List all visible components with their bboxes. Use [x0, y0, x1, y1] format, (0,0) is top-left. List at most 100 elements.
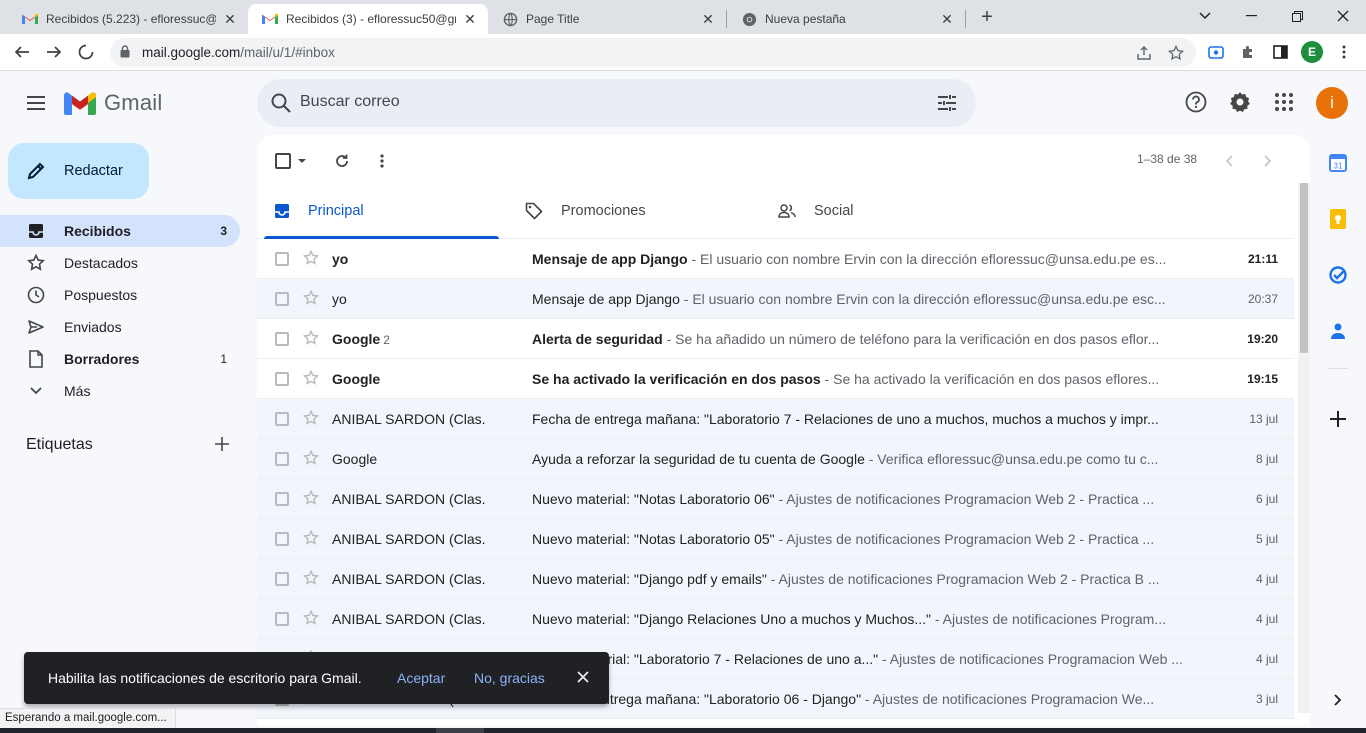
row-checkbox[interactable]	[275, 252, 289, 266]
email-row[interactable]: Google 2 Alerta de seguridad - Se ha añadi…	[257, 319, 1294, 359]
close-tab-icon[interactable]: ✕	[939, 11, 955, 27]
back-icon[interactable]	[10, 40, 34, 64]
email-date: 13 jul	[1249, 412, 1278, 426]
email-row[interactable]: yo Mensaje de app Django - El usuario con…	[257, 279, 1294, 319]
star-icon[interactable]	[303, 530, 319, 546]
email-row[interactable]: yo Mensaje de app Django - El usuario con…	[257, 239, 1294, 279]
search-input[interactable]: Buscar correo	[300, 93, 400, 111]
refresh-icon[interactable]	[330, 149, 354, 173]
get-addons-plus-icon[interactable]	[1328, 409, 1348, 429]
share-icon[interactable]	[1134, 43, 1154, 63]
email-row[interactable]: ANIBAL SARDON (Clas. Nuevo material: "Not…	[257, 479, 1294, 519]
row-checkbox[interactable]	[275, 292, 289, 306]
more-options-icon[interactable]	[370, 149, 394, 173]
browser-tab-2[interactable]: Recibidos (3) - efloressuc50@gmail.com ✕	[248, 4, 488, 34]
email-row[interactable]: ANIBAL SARDON (Clas. Fecha de entrega mañ…	[257, 399, 1294, 439]
nav-item-drafts[interactable]: Borradores 1	[0, 343, 240, 375]
apps-grid-icon[interactable]	[1272, 90, 1296, 114]
star-icon[interactable]	[303, 450, 319, 466]
row-checkbox[interactable]	[275, 492, 289, 506]
close-tab-icon[interactable]: ✕	[222, 11, 238, 27]
stop-loading-icon[interactable]	[74, 40, 98, 64]
minimize-icon[interactable]	[1228, 4, 1274, 28]
browser-menu-icon[interactable]	[1332, 40, 1356, 64]
search-options-icon[interactable]	[935, 91, 959, 115]
row-checkbox[interactable]	[275, 612, 289, 626]
accept-notifications-button[interactable]: Aceptar	[397, 670, 445, 686]
search-icon[interactable]	[269, 91, 293, 115]
main-menu-icon[interactable]	[24, 91, 48, 115]
email-sender: ANIBAL SARDON (Clas.	[332, 531, 522, 547]
browser-profile-avatar[interactable]: E	[1301, 41, 1323, 63]
nav-item-starred[interactable]: Destacados	[0, 247, 240, 279]
restore-icon[interactable]	[1274, 4, 1320, 28]
star-icon[interactable]	[303, 410, 319, 426]
row-checkbox[interactable]	[275, 412, 289, 426]
gmail-logo[interactable]: Gmail	[64, 90, 162, 116]
new-tab-button[interactable]: +	[976, 6, 998, 28]
star-icon[interactable]	[303, 370, 319, 386]
tab-search-icon[interactable]	[1182, 4, 1228, 28]
close-window-icon[interactable]	[1320, 4, 1366, 28]
close-tab-icon[interactable]: ✕	[700, 11, 716, 27]
nav-count: 3	[220, 224, 227, 238]
row-checkbox[interactable]	[275, 332, 289, 346]
search-bar[interactable]: Buscar correo	[257, 79, 976, 127]
category-tabs: Principal Promociones Social	[257, 183, 1294, 239]
email-row[interactable]: Google Ayuda a reforzar la seguridad de t…	[257, 439, 1294, 479]
star-icon[interactable]	[303, 330, 319, 346]
extensions-puzzle-icon[interactable]	[1236, 40, 1260, 64]
decline-notifications-button[interactable]: No, gracias	[474, 670, 545, 686]
nav-item-snoozed[interactable]: Pospuestos	[0, 279, 240, 311]
scrollbar-thumb[interactable]	[1300, 183, 1308, 353]
account-avatar[interactable]: i	[1316, 87, 1348, 119]
tab-principal[interactable]: Principal	[264, 183, 499, 239]
star-icon[interactable]	[303, 250, 319, 266]
email-subject: Ayuda a reforzar la seguridad de tu cuen…	[532, 451, 865, 467]
row-checkbox[interactable]	[275, 572, 289, 586]
add-label-icon[interactable]	[212, 434, 232, 454]
tab-social[interactable]: Social	[778, 183, 1018, 239]
browser-tab-1[interactable]: Recibidos (5.223) - efloressuc@unsa.edu.…	[8, 4, 248, 34]
nav-item-more[interactable]: Más	[0, 375, 240, 407]
address-bar[interactable]: mail.google.com/mail/u/1/#inbox	[110, 38, 1196, 67]
side-panel-icon[interactable]	[1268, 40, 1292, 64]
star-icon[interactable]	[303, 490, 319, 506]
lock-icon[interactable]	[120, 45, 130, 58]
select-all-checkbox[interactable]	[271, 149, 307, 173]
close-icon[interactable]	[574, 668, 592, 686]
taskbar-active-app	[436, 728, 484, 733]
tab-promociones[interactable]: Promociones	[525, 183, 765, 239]
email-date: 4 jul	[1255, 652, 1278, 666]
email-row[interactable]: ANIBAL SARDON (Clas. Nuevo material: "Not…	[257, 519, 1294, 559]
expand-side-panel-icon[interactable]	[1328, 690, 1348, 710]
browser-tab-4[interactable]: Nueva pestaña ✕	[727, 4, 965, 34]
row-checkbox[interactable]	[275, 532, 289, 546]
calendar-icon[interactable]: 31	[1328, 153, 1348, 173]
screencast-extension-icon[interactable]	[1204, 40, 1228, 64]
row-checkbox[interactable]	[275, 372, 289, 386]
email-row[interactable]: ANIBAL SARDON (Clas. Nuevo material: "Dja…	[257, 559, 1294, 599]
star-icon[interactable]	[303, 570, 319, 586]
email-snippet: - Ajustes de notificaciones Programacion…	[861, 691, 1155, 707]
forward-icon[interactable]	[42, 40, 66, 64]
keep-icon[interactable]	[1328, 209, 1348, 229]
newer-page-icon[interactable]	[1256, 149, 1280, 173]
star-icon[interactable]	[303, 610, 319, 626]
nav-item-sent[interactable]: Enviados	[0, 311, 240, 343]
help-icon[interactable]	[1184, 90, 1208, 114]
sender-name: Google	[332, 331, 381, 347]
settings-gear-icon[interactable]	[1228, 90, 1252, 114]
compose-button[interactable]: Redactar	[8, 143, 149, 199]
bookmark-star-icon[interactable]	[1166, 43, 1186, 63]
tasks-icon[interactable]	[1328, 265, 1348, 285]
contacts-icon[interactable]	[1328, 321, 1348, 341]
older-page-icon[interactable]	[1217, 149, 1241, 173]
nav-item-inbox[interactable]: Recibidos 3	[0, 215, 240, 247]
star-icon[interactable]	[303, 290, 319, 306]
email-row[interactable]: ANIBAL SARDON (Clas. Nuevo material: "Dja…	[257, 599, 1294, 639]
browser-tab-3[interactable]: Page Title ✕	[488, 4, 726, 34]
row-checkbox[interactable]	[275, 452, 289, 466]
close-tab-icon[interactable]: ✕	[462, 11, 478, 27]
email-row[interactable]: Google Se ha activado la verificación en …	[257, 359, 1294, 399]
